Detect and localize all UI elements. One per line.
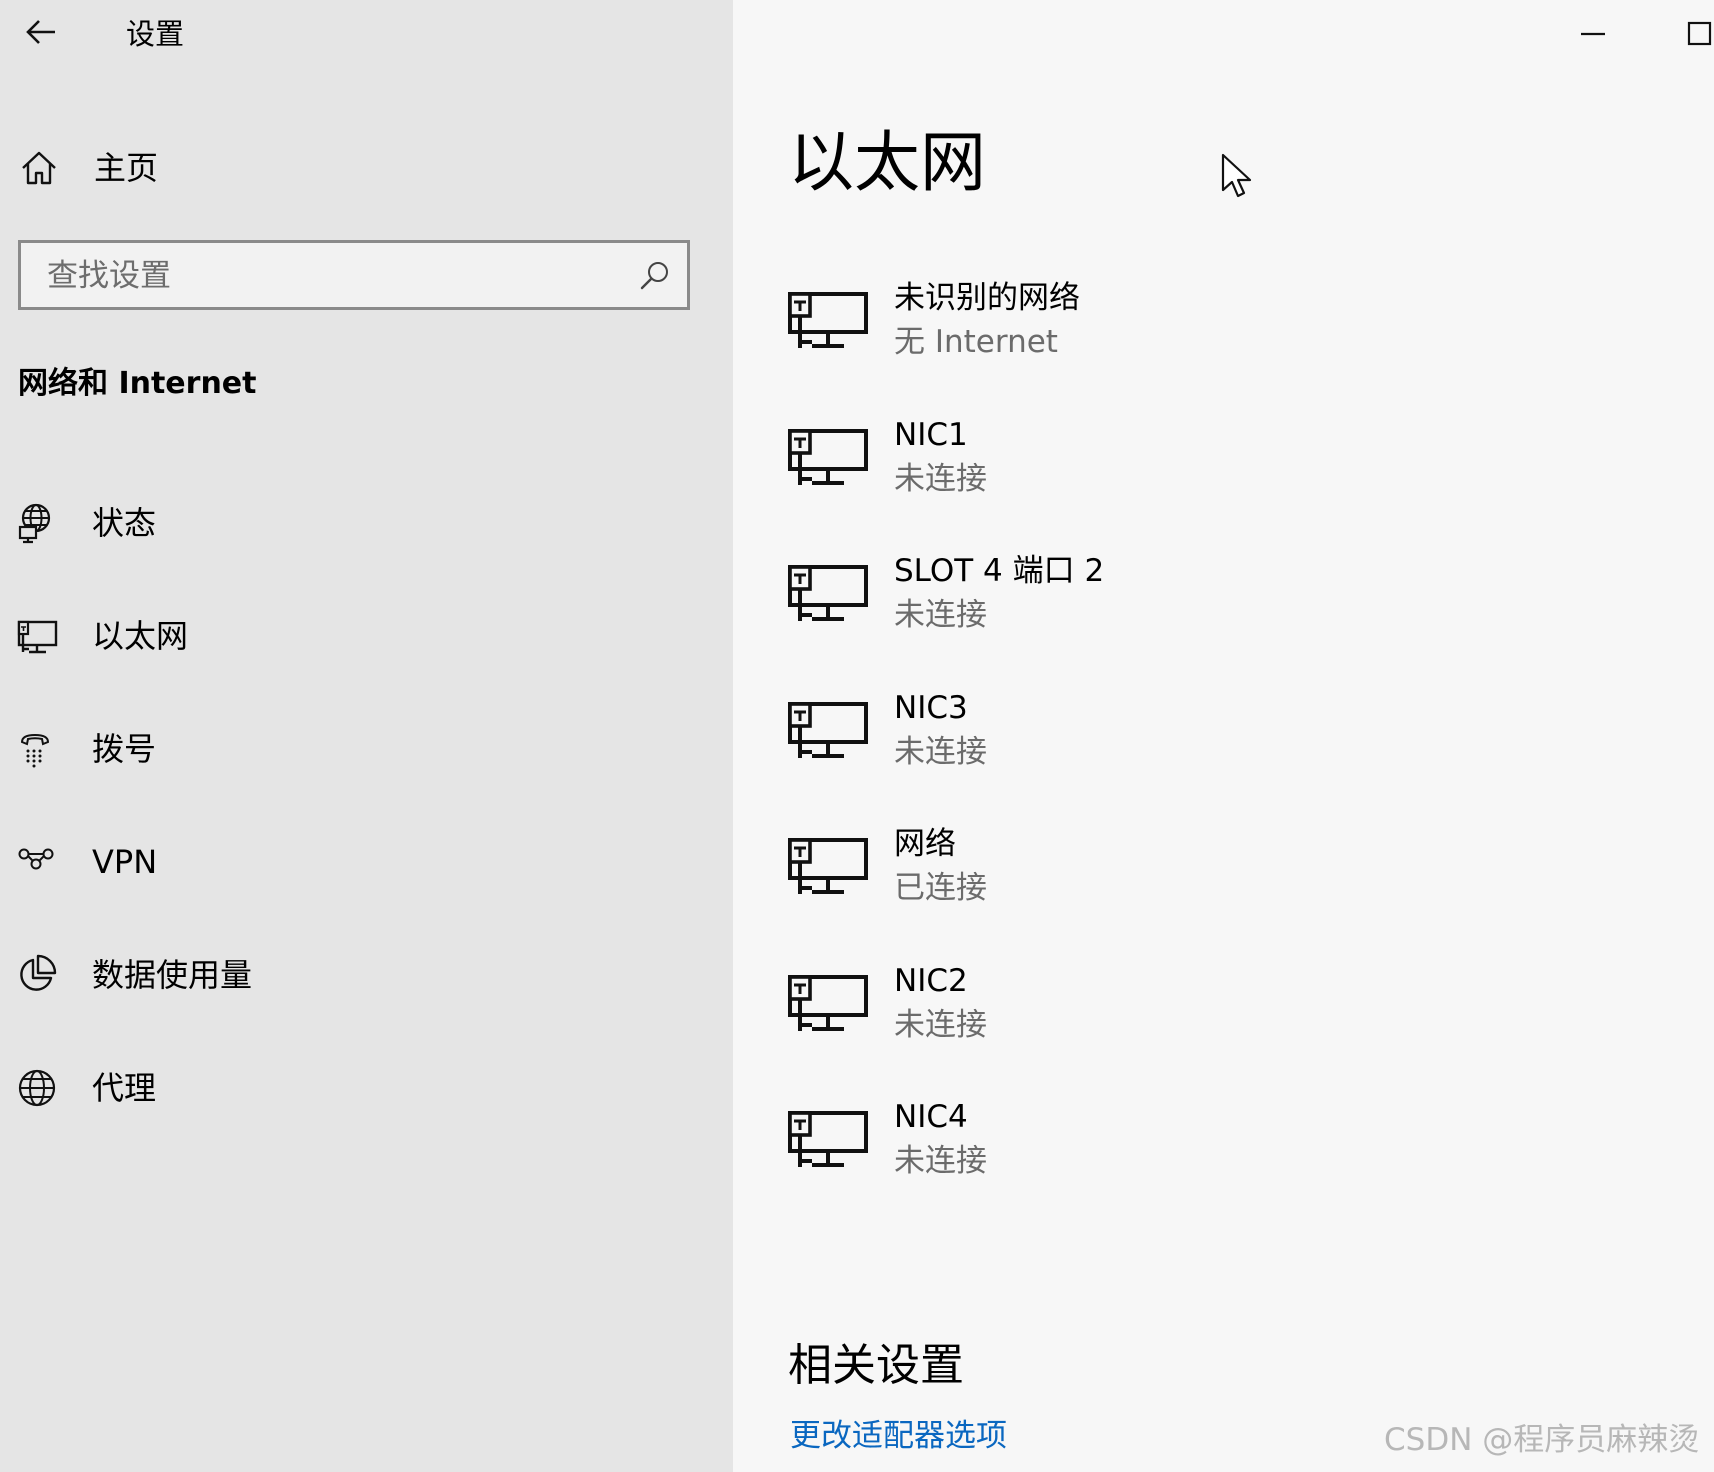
data-usage-icon (20, 954, 57, 991)
status-globe-icon (18, 503, 51, 544)
minimize-icon (1581, 32, 1605, 36)
sidebar-item-label: 代理 (92, 1069, 157, 1107)
ethernet-icon (788, 975, 868, 1031)
sidebar: 设置 主页 网络和 Internet 状态 (0, 0, 733, 1472)
network-name: SLOT 4 端口 2 (894, 553, 1105, 589)
mouse-pointer-icon (1221, 153, 1252, 198)
sidebar-item-proxy[interactable]: 代理 (0, 1056, 733, 1120)
sidebar-item-vpn[interactable]: VPN (0, 830, 733, 894)
network-status: 未连接 (894, 1143, 987, 1179)
back-button[interactable] (16, 10, 66, 54)
related-settings-heading: 相关设置 (788, 1340, 964, 1391)
sidebar-item-label: 数据使用量 (92, 956, 253, 994)
ethernet-icon (788, 838, 868, 894)
proxy-globe-icon (18, 1069, 56, 1107)
sidebar-item-data-usage[interactable]: 数据使用量 (0, 943, 733, 1007)
ethernet-icon (788, 292, 868, 348)
maximize-icon (1687, 21, 1712, 46)
sidebar-item-label: VPN (92, 843, 158, 881)
network-status: 未连接 (894, 597, 987, 633)
back-arrow-icon (26, 20, 55, 44)
maximize-button[interactable] (1668, 12, 1714, 56)
sidebar-item-status[interactable]: 状态 (0, 491, 733, 555)
sidebar-item-label: 状态 (92, 504, 157, 542)
change-adapter-options-link[interactable]: 更改适配器选项 (790, 1414, 1007, 1458)
network-item[interactable]: NIC3 未连接 (786, 686, 1306, 794)
network-item[interactable]: SLOT 4 端口 2 未连接 (786, 549, 1306, 657)
network-status: 已连接 (894, 870, 987, 906)
settings-window: 设置 主页 网络和 Internet 状态 (0, 0, 1714, 1472)
sidebar-item-label: 拨号 (92, 730, 157, 768)
search-input[interactable] (45, 243, 629, 309)
network-status: 未连接 (894, 734, 987, 770)
app-title: 设置 (126, 17, 185, 51)
network-status: 未连接 (894, 461, 987, 497)
page-title: 以太网 (788, 124, 986, 201)
section-heading: 网络和 Internet (18, 366, 257, 401)
watermark: CSDN @程序员麻辣烫 (1384, 1422, 1700, 1458)
ethernet-icon (788, 565, 868, 621)
sidebar-item-label: 以太网 (92, 617, 189, 655)
network-item[interactable]: 未识别的网络 无 Internet (786, 276, 1306, 384)
minimize-button[interactable] (1558, 12, 1628, 56)
network-name: NIC2 (894, 963, 968, 999)
sidebar-item-home[interactable]: 主页 (0, 140, 733, 198)
search-box (18, 240, 690, 310)
network-item[interactable]: NIC1 未连接 (786, 413, 1306, 521)
network-name: NIC3 (894, 690, 968, 726)
sidebar-item-label: 主页 (94, 149, 159, 187)
network-name: NIC4 (894, 1099, 968, 1135)
ethernet-icon (17, 620, 58, 654)
sidebar-item-dialup[interactable]: 拨号 (0, 717, 733, 781)
home-icon (22, 151, 56, 185)
network-item[interactable]: NIC2 未连接 (786, 959, 1306, 1067)
vpn-icon (18, 848, 54, 870)
network-name: 未识别的网络 (894, 280, 1080, 316)
ethernet-icon (788, 702, 868, 758)
network-name: NIC1 (894, 417, 968, 453)
network-name: 网络 (894, 826, 956, 862)
sidebar-item-ethernet[interactable]: 以太网 (0, 604, 733, 668)
dialup-icon (20, 733, 50, 768)
ethernet-icon (788, 1111, 868, 1167)
ethernet-icon (788, 429, 868, 485)
network-item[interactable]: 网络 已连接 (786, 822, 1306, 930)
network-status: 无 Internet (894, 324, 1058, 360)
search-icon[interactable] (639, 260, 671, 292)
network-item[interactable]: NIC4 未连接 (786, 1095, 1306, 1203)
network-status: 未连接 (894, 1007, 987, 1043)
